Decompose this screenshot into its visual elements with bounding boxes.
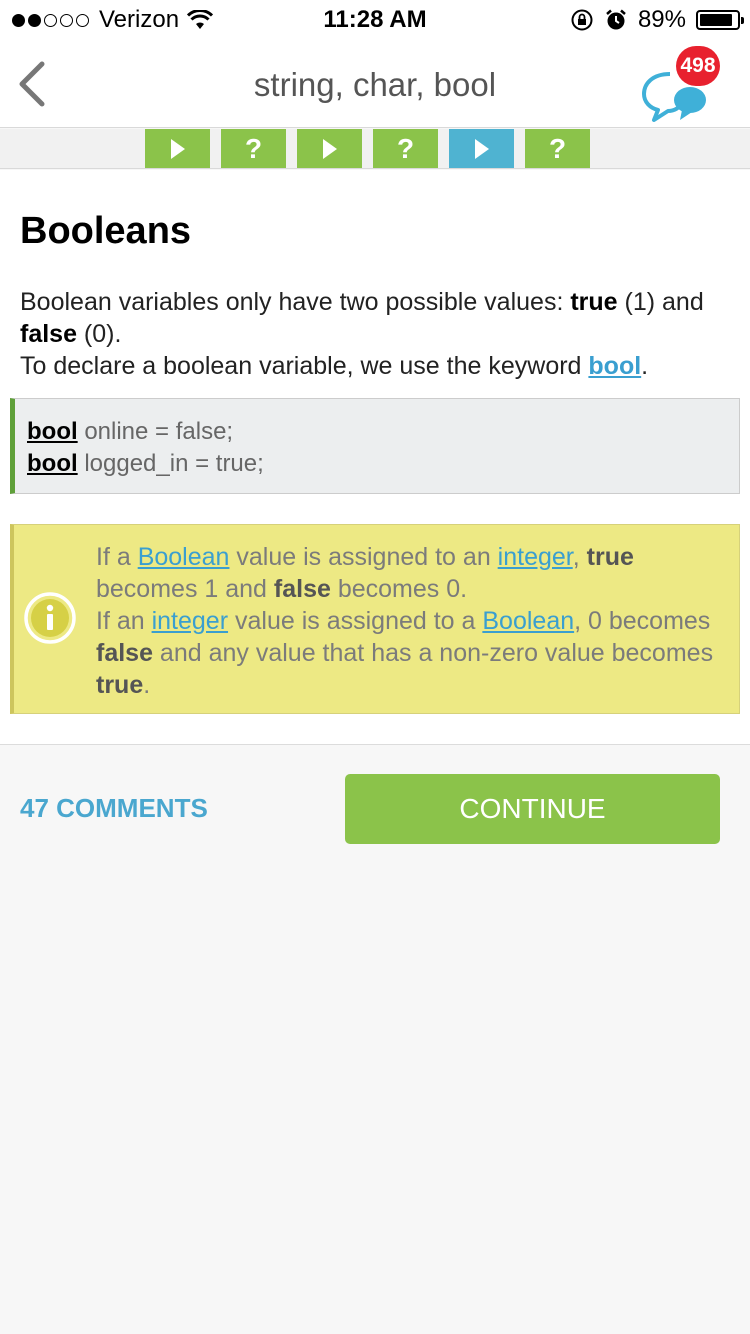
keyword-false: false [96,639,153,667]
info-icon [24,592,76,644]
question-mark-icon: ? [548,132,567,164]
text: (0). [76,320,122,348]
progress-step-lesson[interactable] [297,129,362,168]
battery-icon [696,10,744,30]
question-mark-icon: ? [396,132,415,164]
continue-button[interactable]: CONTINUE [345,774,720,844]
code-keyword: bool [27,450,78,477]
text: , [572,543,587,571]
code-text: online = false; [77,418,234,445]
lesson-card: Booleans Boolean variables only have two… [0,170,750,745]
play-icon [322,138,337,159]
text: If an [96,607,152,635]
text: becomes 0. [330,575,468,603]
text: value is assigned to a [228,607,483,635]
code-line: bool logged_in = true; [27,448,739,480]
text: If a [96,543,138,571]
text: and any value that has a non-zero value … [152,639,714,667]
battery-percent: 89% [637,6,686,33]
rotation-lock-icon [571,9,593,31]
page-title: string, char, bool [253,66,497,103]
info-note: If a Boolean value is assigned to an int… [10,524,740,714]
progress-step-lesson[interactable] [449,129,514,168]
lesson-paragraph: Boolean variables only have two possible… [20,286,735,382]
note-text: If a Boolean value is assigned to an int… [96,541,736,701]
text: To declare a boolean variable, we use th… [20,352,589,380]
code-block: bool online = false; bool logged_in = tr… [10,398,740,494]
progress-step-quiz[interactable]: ? [221,129,286,168]
text: Boolean variables only have two possible… [20,288,571,316]
keyword-true: true [96,671,144,699]
play-icon [170,138,185,159]
notification-badge[interactable]: 498 [676,46,720,86]
comments-link[interactable]: 47 COMMENTS [20,793,208,824]
keyword-true: true [586,543,634,571]
text: value is assigned to an [229,543,498,571]
text: . [143,671,151,699]
code-keyword: bool [27,418,78,445]
boolean-link[interactable]: Boolean [138,543,230,571]
battery-fill [700,14,733,26]
integer-link[interactable]: integer [498,543,573,571]
progress-step-quiz[interactable]: ? [525,129,590,168]
keyword-false: false [20,320,77,348]
bool-link[interactable]: bool [588,352,641,380]
status-right: 89% [570,6,744,34]
text: (1) and [617,288,704,316]
progress-step-lesson[interactable] [145,129,210,168]
keyword-false: false [273,575,331,603]
boolean-link[interactable]: Boolean [482,607,574,635]
text: becomes 1 and [96,575,274,603]
lesson-heading: Booleans [20,210,192,252]
progress-step-quiz[interactable]: ? [373,129,438,168]
progress-steps: ??? [145,129,590,168]
nav-bar: string, char, bool 498 [0,40,750,128]
lesson-progress: ??? [0,129,750,169]
status-bar: Verizon 11:28 AM 89% [0,0,750,40]
integer-link[interactable]: integer [152,607,228,635]
code-line: bool online = false; [27,416,739,448]
code-text: logged_in = true; [77,450,264,477]
keyword-true: true [570,288,618,316]
text: . [641,352,649,380]
question-mark-icon: ? [244,132,263,164]
play-icon [474,138,489,159]
alarm-icon [606,9,626,30]
text: , 0 becomes [574,607,711,635]
